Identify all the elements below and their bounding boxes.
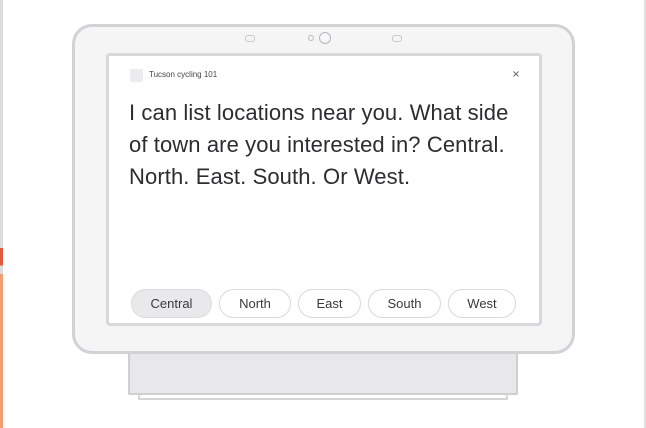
app-icon [130,69,143,82]
chip-west[interactable]: West [448,289,516,318]
chip-north[interactable]: North [219,289,291,318]
sensor-right-icon [392,35,402,42]
light-sensor-icon [308,35,314,41]
close-icon[interactable]: × [510,69,522,81]
chip-central[interactable]: Central [131,289,212,318]
camera-icon [319,32,331,44]
device-stand-base [138,394,508,400]
chip-south[interactable]: South [368,289,441,318]
sensor-left-icon [245,35,255,42]
app-title: Tucson cycling 101 [149,70,218,79]
assistant-response: I can list locations near you. What side… [129,100,509,189]
window-edge-left [0,0,3,428]
device-stand [128,349,518,395]
chip-east[interactable]: East [298,289,361,318]
